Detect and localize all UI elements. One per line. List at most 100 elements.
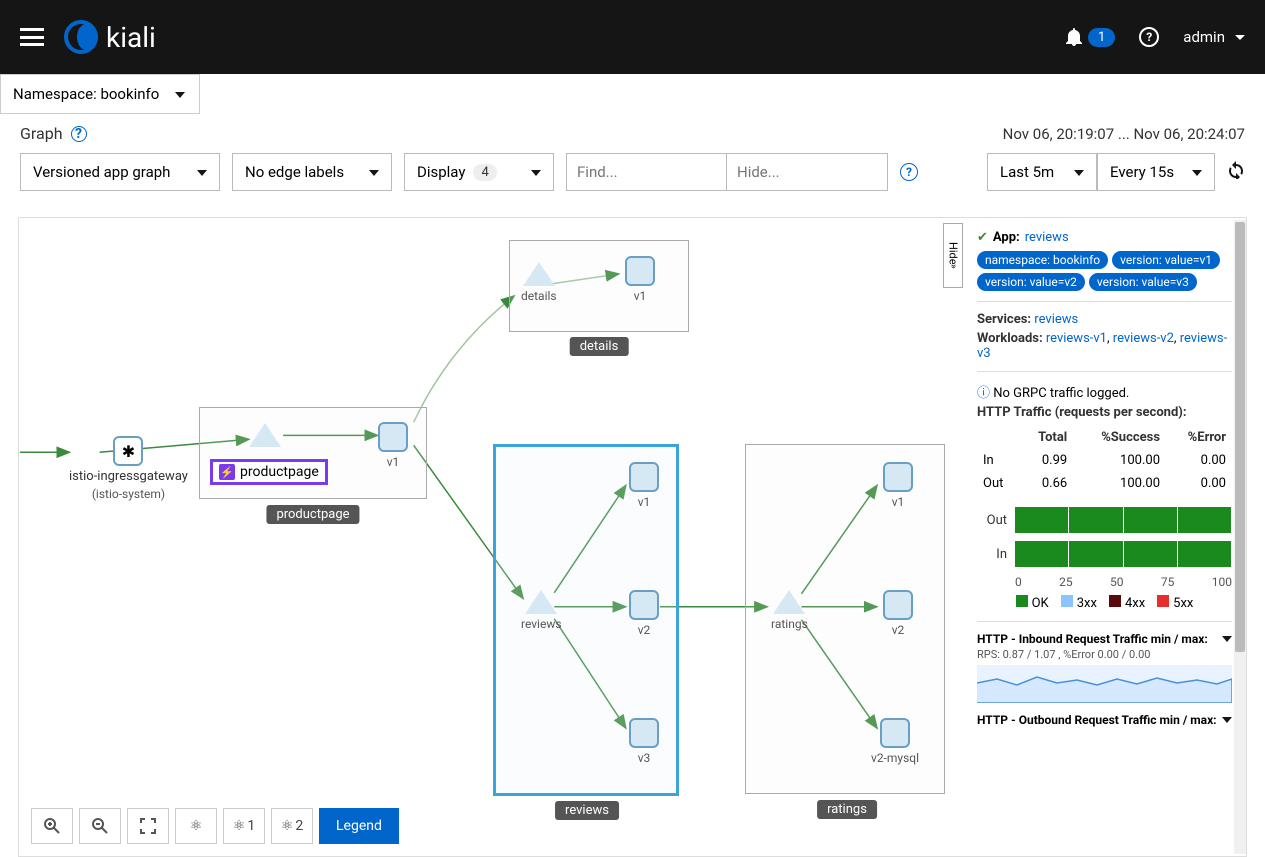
- workload-link[interactable]: reviews-v2: [1113, 331, 1174, 346]
- services-label: Services:: [977, 312, 1031, 327]
- http-traffic-title: HTTP Traffic (requests per second):: [977, 405, 1187, 420]
- layout-1-label: 1: [247, 818, 255, 834]
- node-reviews-v2[interactable]: v2: [629, 590, 659, 637]
- find-input[interactable]: [567, 154, 727, 190]
- node-details-v1[interactable]: v1: [625, 256, 655, 303]
- help-icon[interactable]: ?: [71, 126, 87, 142]
- user-name: admin: [1183, 28, 1225, 46]
- dropdown-label: Versioned app graph: [33, 163, 170, 181]
- table-row: Out0.66100.000.00: [977, 472, 1232, 495]
- layout-2-label: 2: [295, 818, 303, 834]
- caret-down-icon: [531, 170, 541, 176]
- graph-type-dropdown[interactable]: Versioned app graph: [20, 153, 220, 191]
- node-label: v2: [892, 623, 905, 637]
- grpc-message: No GRPC traffic logged.: [993, 386, 1129, 401]
- node-label: v1: [892, 495, 905, 509]
- dropdown-label: No edge labels: [245, 163, 344, 181]
- node-details-svc[interactable]: details: [521, 262, 557, 303]
- node-ingress[interactable]: ✱ istio-ingressgateway (istio-system): [69, 436, 188, 501]
- dropdown-label: Last 5m: [1000, 163, 1054, 181]
- node-label: v2-mysql: [871, 751, 919, 765]
- kiali-logo-icon: [64, 20, 98, 54]
- top-bar: kiali 1 ? admin: [0, 0, 1265, 74]
- graph-toolbar: Versioned app graph No edge labels Displ…: [0, 149, 1265, 201]
- caret-down-icon[interactable]: [1222, 717, 1232, 723]
- edge-labels-dropdown[interactable]: No edge labels: [232, 153, 392, 191]
- legend-label: Legend: [336, 818, 382, 834]
- layout-2-button[interactable]: ⚛2: [271, 808, 313, 844]
- outbound-title: HTTP - Outbound Request Traffic min / ma…: [977, 713, 1217, 727]
- dropdown-label: Display: [417, 163, 465, 181]
- table-header: [977, 426, 1019, 449]
- app-link[interactable]: reviews: [1025, 230, 1069, 245]
- axis-tick: 75: [1161, 575, 1175, 589]
- table-header: %Error: [1166, 426, 1232, 449]
- refresh-button[interactable]: [1227, 161, 1245, 183]
- layout-1-button[interactable]: ⚛1: [223, 808, 265, 844]
- health-ok-icon: ✔: [977, 230, 988, 245]
- workload-link[interactable]: reviews-v1: [1046, 331, 1107, 346]
- axis-tick: 50: [1110, 575, 1124, 589]
- help-icon[interactable]: ?: [900, 163, 918, 181]
- zoom-in-button[interactable]: [31, 808, 73, 844]
- table-header: %Success: [1073, 426, 1166, 449]
- node-reviews-v1[interactable]: v1: [629, 462, 659, 509]
- service-link[interactable]: reviews: [1034, 312, 1078, 327]
- bar-out-label: Out: [977, 513, 1007, 528]
- help-icon[interactable]: ?: [1139, 27, 1159, 47]
- hamburger-menu-icon[interactable]: [20, 28, 44, 46]
- caret-down-icon: [1192, 170, 1202, 176]
- page-title: Graph: [20, 124, 63, 143]
- chevron-right-icon: »: [948, 264, 959, 269]
- label-chip: version: value=v2: [977, 273, 1085, 291]
- inbound-title: HTTP - Inbound Request Traffic min / max…: [977, 632, 1208, 646]
- inbound-sparkline: [977, 665, 1232, 703]
- scrollbar-thumb[interactable]: [1235, 222, 1245, 652]
- group-label-productpage: productpage: [266, 505, 359, 524]
- node-ratings-v2mysql[interactable]: v2-mysql: [871, 718, 919, 765]
- node-ratings-v1[interactable]: v1: [883, 462, 913, 509]
- display-dropdown[interactable]: Display 4: [404, 153, 554, 191]
- layout-default-button[interactable]: ⚛: [175, 808, 217, 844]
- refresh-interval-dropdown[interactable]: Every 15s: [1097, 153, 1215, 191]
- node-reviews-v3[interactable]: v3: [629, 718, 659, 765]
- sidepanel-hide-toggle[interactable]: Hide »: [943, 223, 963, 288]
- namespace-selector-label: Namespace: bookinfo: [13, 85, 159, 103]
- axis-tick: 100: [1212, 575, 1232, 589]
- caret-down-icon[interactable]: [1222, 636, 1232, 642]
- node-reviews-svc[interactable]: reviews: [521, 590, 562, 631]
- traffic-bar-chart: Out In 0255075100 OK3xx4xx5xx: [977, 507, 1232, 611]
- node-ratings-v2[interactable]: v2: [883, 590, 913, 637]
- time-range-display: Nov 06, 20:19:07 ... Nov 06, 20:24:07: [1003, 125, 1245, 143]
- notifications-button[interactable]: 1: [1066, 28, 1115, 47]
- dropdown-label: Every 15s: [1110, 163, 1174, 181]
- ingress-icon: ✱: [113, 436, 143, 466]
- zoom-out-button[interactable]: [79, 808, 121, 844]
- graph-floating-controls: ⚛ ⚛1 ⚛2 Legend: [31, 808, 399, 844]
- brand-logo: kiali: [64, 20, 156, 54]
- app-label: App:: [993, 230, 1020, 245]
- node-label: v1: [638, 495, 651, 509]
- time-range-dropdown[interactable]: Last 5m: [987, 153, 1097, 191]
- caret-down-icon: [197, 170, 207, 176]
- user-menu[interactable]: admin: [1183, 28, 1245, 46]
- node-label: v1: [387, 455, 400, 469]
- bar-in-label: In: [977, 547, 1007, 562]
- title-row: Graph ? Nov 06, 20:19:07 ... Nov 06, 20:…: [0, 114, 1265, 149]
- display-count-badge: 4: [473, 164, 496, 181]
- side-panel: ✔ App: reviews namespace: bookinfoversio…: [967, 222, 1242, 852]
- hide-input[interactable]: [727, 154, 887, 190]
- node-sublabel: (istio-system): [92, 487, 165, 501]
- namespace-selector[interactable]: Namespace: bookinfo: [0, 74, 200, 114]
- sidepanel-scrollbar[interactable]: [1234, 220, 1246, 854]
- table-header: Total: [1019, 426, 1073, 449]
- graph-workspace: productpage details reviews ratings ✱ is…: [18, 217, 1247, 857]
- caret-down-icon: [1235, 35, 1245, 40]
- node-productpage-v1[interactable]: v1: [378, 422, 408, 469]
- node-productpage-svc[interactable]: [249, 423, 281, 447]
- node-ratings-svc[interactable]: ratings: [771, 590, 808, 631]
- label-chip: version: value=v3: [1089, 273, 1197, 291]
- legend-button[interactable]: Legend: [319, 808, 399, 844]
- node-label: v3: [638, 751, 651, 765]
- fit-button[interactable]: [127, 808, 169, 844]
